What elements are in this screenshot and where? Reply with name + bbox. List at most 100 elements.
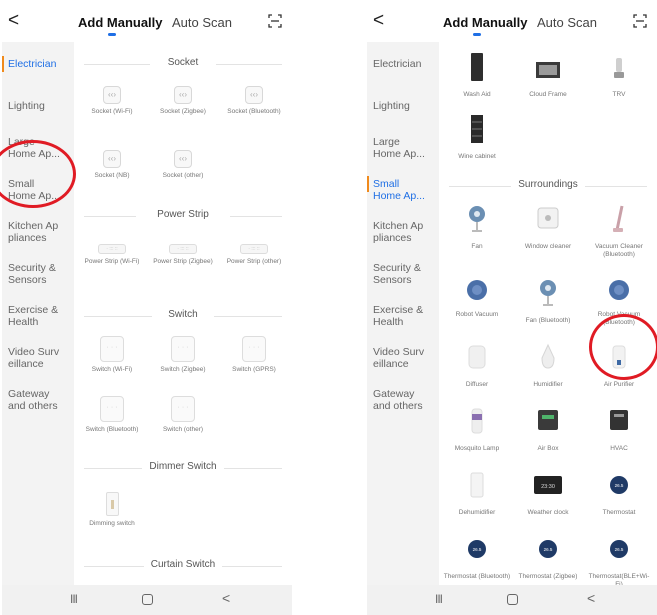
sidebar-item-lighting[interactable]: Lighting <box>2 100 74 112</box>
device-window-cleaner[interactable]: Window cleaner <box>514 204 582 251</box>
device-socket-zigbee[interactable]: ‹‹› Socket (Zigbee) <box>149 86 217 116</box>
device-power-strip-wifi[interactable]: · ::: :: Power Strip (Wi-Fi) <box>78 240 146 266</box>
home-button[interactable] <box>507 594 518 605</box>
device-power-strip-zigbee[interactable]: · ::: :: Power Strip (Zigbee) <box>149 240 217 266</box>
tab-add-manually[interactable]: Add Manually <box>78 15 163 30</box>
section-title: Socket <box>167 57 199 68</box>
device-socket-wifi[interactable]: ‹‹› Socket (Wi-Fi) <box>78 86 146 116</box>
sidebar-item-gateway-others[interactable]: Gateway and others <box>367 388 429 412</box>
device-diffuser[interactable]: Diffuser <box>443 342 511 389</box>
tab-auto-scan[interactable]: Auto Scan <box>537 15 597 30</box>
device-socket-nb[interactable]: ‹‹› Socket (NB) <box>78 150 146 180</box>
device-vacuum-cleaner-bluetooth[interactable]: Vacuum Cleaner (Bluetooth) <box>585 204 653 259</box>
device-socket-other[interactable]: ‹‹› Socket (other) <box>149 150 217 180</box>
device-thermostat-ble-wifi[interactable]: 26.5 Thermostat(BLE+Wi-Fi) <box>585 534 653 585</box>
section-title: Dimmer Switch <box>149 461 217 472</box>
device-cloud-frame[interactable]: Cloud Frame <box>514 52 582 99</box>
tab-add-manually[interactable]: Add Manually <box>443 15 528 30</box>
nav-back-button[interactable]: < <box>587 590 595 606</box>
svg-text:26.5: 26.5 <box>615 483 624 488</box>
sidebar-item-large-home-appliances[interactable]: Large Home Ap... <box>367 136 427 160</box>
sidebar-item-video-surveillance[interactable]: Video Surv eillance <box>367 346 429 370</box>
device-switch-gprs[interactable]: · · · Switch (GPRS) <box>220 336 288 374</box>
device-label: Weather clock <box>527 509 569 516</box>
sidebar-item-exercise-health[interactable]: Exercise & Health <box>2 304 64 328</box>
device-switch-other[interactable]: · · · Switch (other) <box>149 396 217 434</box>
device-robot-vacuum[interactable]: Robot Vacuum <box>443 278 511 319</box>
section-header: Switch <box>74 308 292 324</box>
sidebar-item-security-sensors[interactable]: Security & Sensors <box>367 262 429 286</box>
category-sidebar: Electrician Lighting Large Home Ap... Sm… <box>2 42 74 585</box>
device-weather-clock[interactable]: 23:30 Weather clock <box>514 470 582 517</box>
device-thermostat-zigbee[interactable]: 26.5 Thermostat (Zigbee) <box>514 534 582 581</box>
device-label: Switch (other) <box>162 426 204 433</box>
switch-icon: · · · <box>171 336 195 362</box>
device-dehumidifier[interactable]: Dehumidifier <box>443 470 511 517</box>
scan-icon[interactable] <box>268 14 282 28</box>
device-label: Dimming switch <box>89 520 135 527</box>
device-wash-aid[interactable]: Wash Aid <box>443 52 511 99</box>
window-cleaner-icon <box>537 207 559 229</box>
sidebar-item-video-surveillance[interactable]: Video Surv eillance <box>2 346 64 370</box>
device-humidifier[interactable]: Humidifier <box>514 342 582 389</box>
section-header: Curtain Switch <box>74 558 292 574</box>
fan-icon <box>469 206 485 232</box>
system-nav-bar: III < <box>367 585 657 615</box>
device-mosquito-lamp[interactable]: Mosquito Lamp <box>443 406 511 453</box>
thermostat-icon: 26.5 <box>539 540 557 558</box>
device-hvac[interactable]: HVAC <box>585 406 653 453</box>
sidebar-item-security-sensors[interactable]: Security & Sensors <box>2 262 64 286</box>
sidebar-item-gateway-others[interactable]: Gateway and others <box>2 388 64 412</box>
recent-apps-button[interactable]: III <box>435 592 443 606</box>
socket-icon: ‹‹› <box>103 86 121 104</box>
device-label: Mosquito Lamp <box>454 445 500 452</box>
device-label: Wine cabinet <box>458 153 496 160</box>
sidebar-item-kitchen-appliances[interactable]: Kitchen Ap pliances <box>367 220 429 244</box>
humidifier-icon <box>541 343 555 369</box>
device-label: Wash Aid <box>463 91 491 98</box>
device-switch-bluetooth[interactable]: · · · Switch (Bluetooth) <box>78 396 146 434</box>
back-button[interactable]: < <box>8 10 28 32</box>
svg-text:26.5: 26.5 <box>473 547 482 552</box>
device-power-strip-other[interactable]: · ::: :: Power Strip (other) <box>220 240 288 266</box>
back-button[interactable]: < <box>373 10 393 32</box>
device-air-box[interactable]: Air Box <box>514 406 582 453</box>
scan-icon[interactable] <box>633 14 647 28</box>
device-switch-wifi[interactable]: · · · Switch (Wi-Fi) <box>78 336 146 374</box>
home-button[interactable] <box>142 594 153 605</box>
dehumidifier-icon <box>470 472 484 498</box>
sidebar-item-lighting[interactable]: Lighting <box>367 100 439 112</box>
sidebar-item-exercise-health[interactable]: Exercise & Health <box>367 304 429 328</box>
recent-apps-button[interactable]: III <box>70 592 78 606</box>
section-header: Surroundings <box>439 178 657 194</box>
active-tab-indicator <box>108 33 116 36</box>
device-thermostat-bluetooth[interactable]: 26.5 Thermostat (Bluetooth) <box>443 534 511 581</box>
device-label: Socket (NB) <box>94 172 130 179</box>
section-header: Power Strip <box>74 208 292 224</box>
sidebar-item-small-home-appliances[interactable]: Small Home Ap... <box>367 178 427 202</box>
sidebar-item-kitchen-appliances[interactable]: Kitchen Ap pliances <box>2 220 64 244</box>
nav-back-button[interactable]: < <box>222 590 230 606</box>
svg-text:26.5: 26.5 <box>544 547 553 552</box>
dimmer-icon <box>105 492 119 516</box>
section-header: Socket <box>74 56 292 72</box>
device-thermostat[interactable]: 26.5 Thermostat <box>585 470 653 517</box>
device-wine-cabinet[interactable]: Wine cabinet <box>443 114 511 161</box>
device-label: Switch (Wi-Fi) <box>91 366 133 373</box>
device-label: Vacuum Cleaner (Bluetooth) <box>595 243 643 258</box>
device-switch-zigbee[interactable]: · · · Switch (Zigbee) <box>149 336 217 374</box>
section-title: Power Strip <box>157 209 209 220</box>
device-label: Robot Vacuum <box>455 311 499 318</box>
device-fan-bluetooth[interactable]: Fan (Bluetooth) <box>514 278 582 325</box>
device-dimming-switch[interactable]: Dimming switch <box>78 492 146 528</box>
device-label: Fan <box>471 243 483 250</box>
tab-auto-scan[interactable]: Auto Scan <box>172 15 232 30</box>
sidebar-item-electrician[interactable]: Electrician <box>2 58 74 70</box>
sidebar-item-electrician[interactable]: Electrician <box>367 58 439 70</box>
device-fan[interactable]: Fan <box>443 204 511 251</box>
device-trv[interactable]: TRV <box>585 52 653 99</box>
device-label: Thermostat (Zigbee) <box>518 573 578 580</box>
device-label: Air Purifier <box>603 381 635 388</box>
device-socket-bluetooth[interactable]: ‹‹› Socket (Bluetooth) <box>220 86 288 116</box>
device-label: Humidifier <box>533 381 563 388</box>
